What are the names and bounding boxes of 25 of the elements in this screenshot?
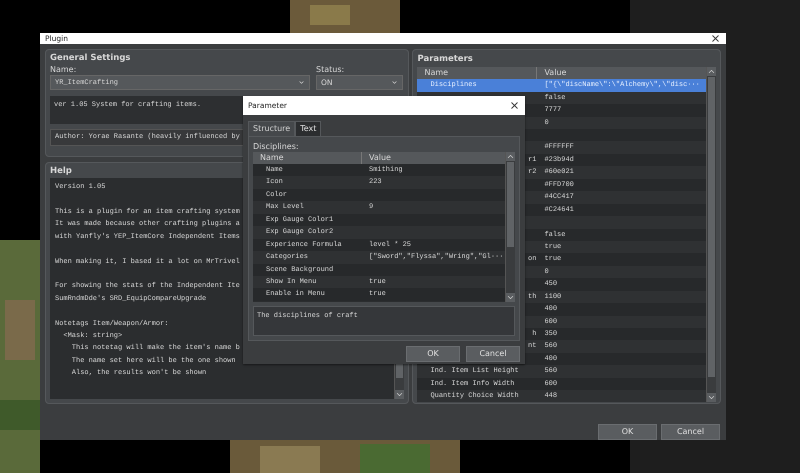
close-icon[interactable] <box>509 100 520 111</box>
scroll-down-icon[interactable] <box>506 293 515 302</box>
scrollbar-thumb[interactable] <box>507 162 514 247</box>
panel-title: Help <box>50 165 72 178</box>
scroll-up-icon[interactable] <box>506 152 515 161</box>
window-button[interactable]: OK <box>598 424 657 440</box>
panel-title: Parameters <box>417 53 473 66</box>
caret-icon <box>391 79 398 86</box>
scroll-down-icon[interactable] <box>395 390 404 400</box>
dialog-button[interactable]: OK <box>406 346 460 362</box>
scroll-down-icon[interactable] <box>707 393 716 402</box>
panel-title: General Settings <box>50 52 132 64</box>
window-button[interactable]: Cancel <box>661 424 720 440</box>
scrollbar[interactable] <box>505 152 515 302</box>
scrollbar[interactable] <box>706 67 716 402</box>
column-header[interactable]: Value <box>537 67 706 80</box>
tab[interactable]: Structure <box>248 121 296 136</box>
scrollbar-thumb[interactable] <box>708 77 715 378</box>
close-icon[interactable] <box>710 33 721 44</box>
field-label: Name: <box>50 64 78 76</box>
caret-icon <box>298 79 305 86</box>
scroll-up-icon[interactable] <box>707 67 716 76</box>
tab[interactable]: Text <box>295 121 322 136</box>
dialog-button[interactable]: Cancel <box>466 346 520 362</box>
field-label: Status: <box>316 64 346 76</box>
